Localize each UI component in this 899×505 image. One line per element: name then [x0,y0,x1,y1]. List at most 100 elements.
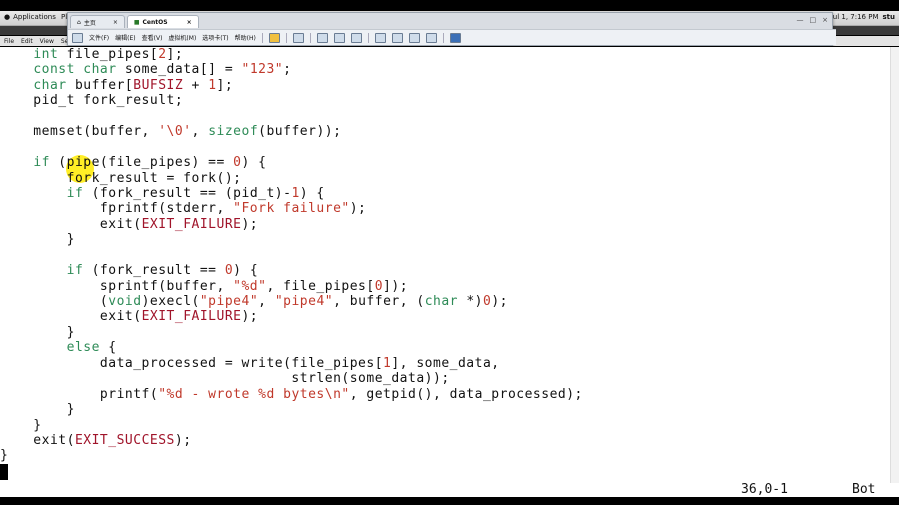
code-token: some_data[] = [116,62,242,78]
code-line[interactable]: if (fork_result == 0) { [0,263,891,278]
menu-edit[interactable]: Edit [21,38,33,45]
revert-snapshot-icon[interactable] [333,32,345,43]
tab-centos[interactable]: ■ CentOS × [126,15,199,28]
code-line[interactable]: int file_pipes[2]; [0,47,891,62]
thumbnail-icon[interactable] [391,32,403,43]
applications-menu[interactable]: ● Applications [4,13,56,21]
code-token: sizeof [208,124,259,140]
code-token: *) [458,294,483,309]
code-line[interactable]: memset(buffer, '\0', sizeof(buffer)); [0,124,891,139]
menu-file-cn[interactable]: 文件(F) [89,33,109,42]
code-line[interactable]: if (pipe(file_pipes) == 0) { [0,155,891,170]
menu-view[interactable]: View [40,38,54,45]
code-token: (fork_result == (pid_t)- [83,185,292,201]
code-line[interactable] [0,140,891,155]
minimize-icon[interactable]: — [797,16,804,24]
snapshot-icon[interactable] [316,32,328,43]
vim-editor[interactable]: int file_pipes[2]; const char some_data[… [0,47,891,483]
code-line[interactable]: char buffer[BUFSIZ + 1]; [0,78,891,93]
code-line[interactable]: else { [0,340,891,355]
code-line[interactable]: } [0,448,891,463]
code-token: char [33,77,67,93]
vm-menubar: 文件(F) 编辑(E) 查看(V) 虚拟机(M) 选项卡(T) 帮助(H) [68,29,836,45]
code-line[interactable]: printf("%d - wrote %d bytes\n", getpid()… [0,387,891,402]
close-icon[interactable]: × [113,19,118,26]
toolbar-separator [309,32,311,43]
code-token: 0 [224,263,234,279]
pause-icon[interactable] [268,32,280,43]
code-line[interactable]: fork_result = fork(); [0,171,891,186]
close-window-icon[interactable]: × [822,16,828,24]
window-controls: — □ × [797,16,829,24]
bottom-border [0,497,899,505]
code-token: exit( [0,309,142,325]
toolbar-separator [261,32,263,43]
menu-vm-cn[interactable]: 虚拟机(M) [168,33,196,42]
menu-tabs-cn[interactable]: 选项卡(T) [202,33,228,42]
code-line[interactable] [0,109,891,124]
menu-edit-cn[interactable]: 编辑(E) [115,33,135,42]
code-token: } [0,232,75,248]
code-token: memset(buffer, [0,124,159,140]
gnome-foot-icon: ● [4,13,11,21]
code-line[interactable]: } [0,232,891,247]
code-line[interactable]: exit(EXIT_SUCCESS); [0,433,891,448]
code-token: BUFSIZ [133,77,184,93]
maximize-icon[interactable]: □ [810,16,817,24]
console-view-icon[interactable] [449,32,461,43]
code-line[interactable]: pid_t fork_result; [0,93,891,108]
menu-help-cn[interactable]: 帮助(H) [235,33,256,42]
code-token: ]); [383,278,409,294]
scroll-indicator: Bot [852,482,876,497]
code-token: "123" [241,62,284,78]
sidebar-icon[interactable] [374,32,386,43]
code-line[interactable]: exit(EXIT_FAILURE); [0,217,891,232]
code-line[interactable]: } [0,325,891,340]
close-icon[interactable]: × [187,19,192,26]
send-keys-icon[interactable] [292,32,304,43]
tab-centos-label: CentOS [142,18,168,26]
code-token: , getpid(), data_processed); [349,386,583,402]
code-token: , buffer, ( [333,294,425,309]
code-token: EXIT_SUCCESS [74,432,175,448]
code-line[interactable]: const char some_data[] = "123"; [0,62,891,77]
code-token: if [66,263,84,279]
code-line[interactable]: fprintf(stderr, "Fork failure"); [0,201,891,216]
code-token: "pipe4" [199,294,259,309]
code-buffer[interactable]: int file_pipes[2]; const char some_data[… [0,47,891,464]
code-token: "%d" [233,278,267,294]
user-name[interactable]: stu [883,13,896,21]
code-line[interactable]: (void)execl("pipe4", "pipe4", buffer, (c… [0,294,891,309]
snapshot-manager-icon[interactable] [350,32,362,43]
code-line[interactable]: data_processed = write(file_pipes[1], so… [0,356,891,371]
code-line[interactable]: exit(EXIT_FAILURE); [0,309,891,324]
code-line[interactable]: sprintf(buffer, "%d", file_pipes[0]); [0,279,891,294]
code-line[interactable]: if (fork_result == (pid_t)-1) { [0,186,891,201]
menu-view-cn[interactable]: 查看(V) [142,33,163,42]
cursor-position: 36,0-1 [741,482,788,497]
code-token: EXIT_FAILURE [141,309,242,325]
code-line[interactable]: } [0,418,891,433]
fullscreen-icon[interactable] [408,32,420,43]
menu-file[interactable]: File [4,38,14,45]
toolbar-separator [367,32,369,43]
code-token: , [191,124,209,140]
code-token: void [108,294,142,309]
code-token: , [258,294,275,309]
code-line[interactable]: } [0,402,891,417]
home-icon: ⌂ [77,18,81,26]
code-line[interactable] [0,248,891,263]
tab-home[interactable]: ⌂ 主页 × [70,15,125,28]
unity-icon[interactable] [425,32,437,43]
clock[interactable]: Jul 1, 7:16 PM [831,13,879,21]
code-line[interactable]: strlen(some_data)); [0,371,891,386]
code-token: ); [174,432,192,448]
scrollbar[interactable] [890,47,899,483]
code-token: ; [283,62,292,78]
code-token: char [83,62,117,78]
code-token: } [0,417,42,433]
